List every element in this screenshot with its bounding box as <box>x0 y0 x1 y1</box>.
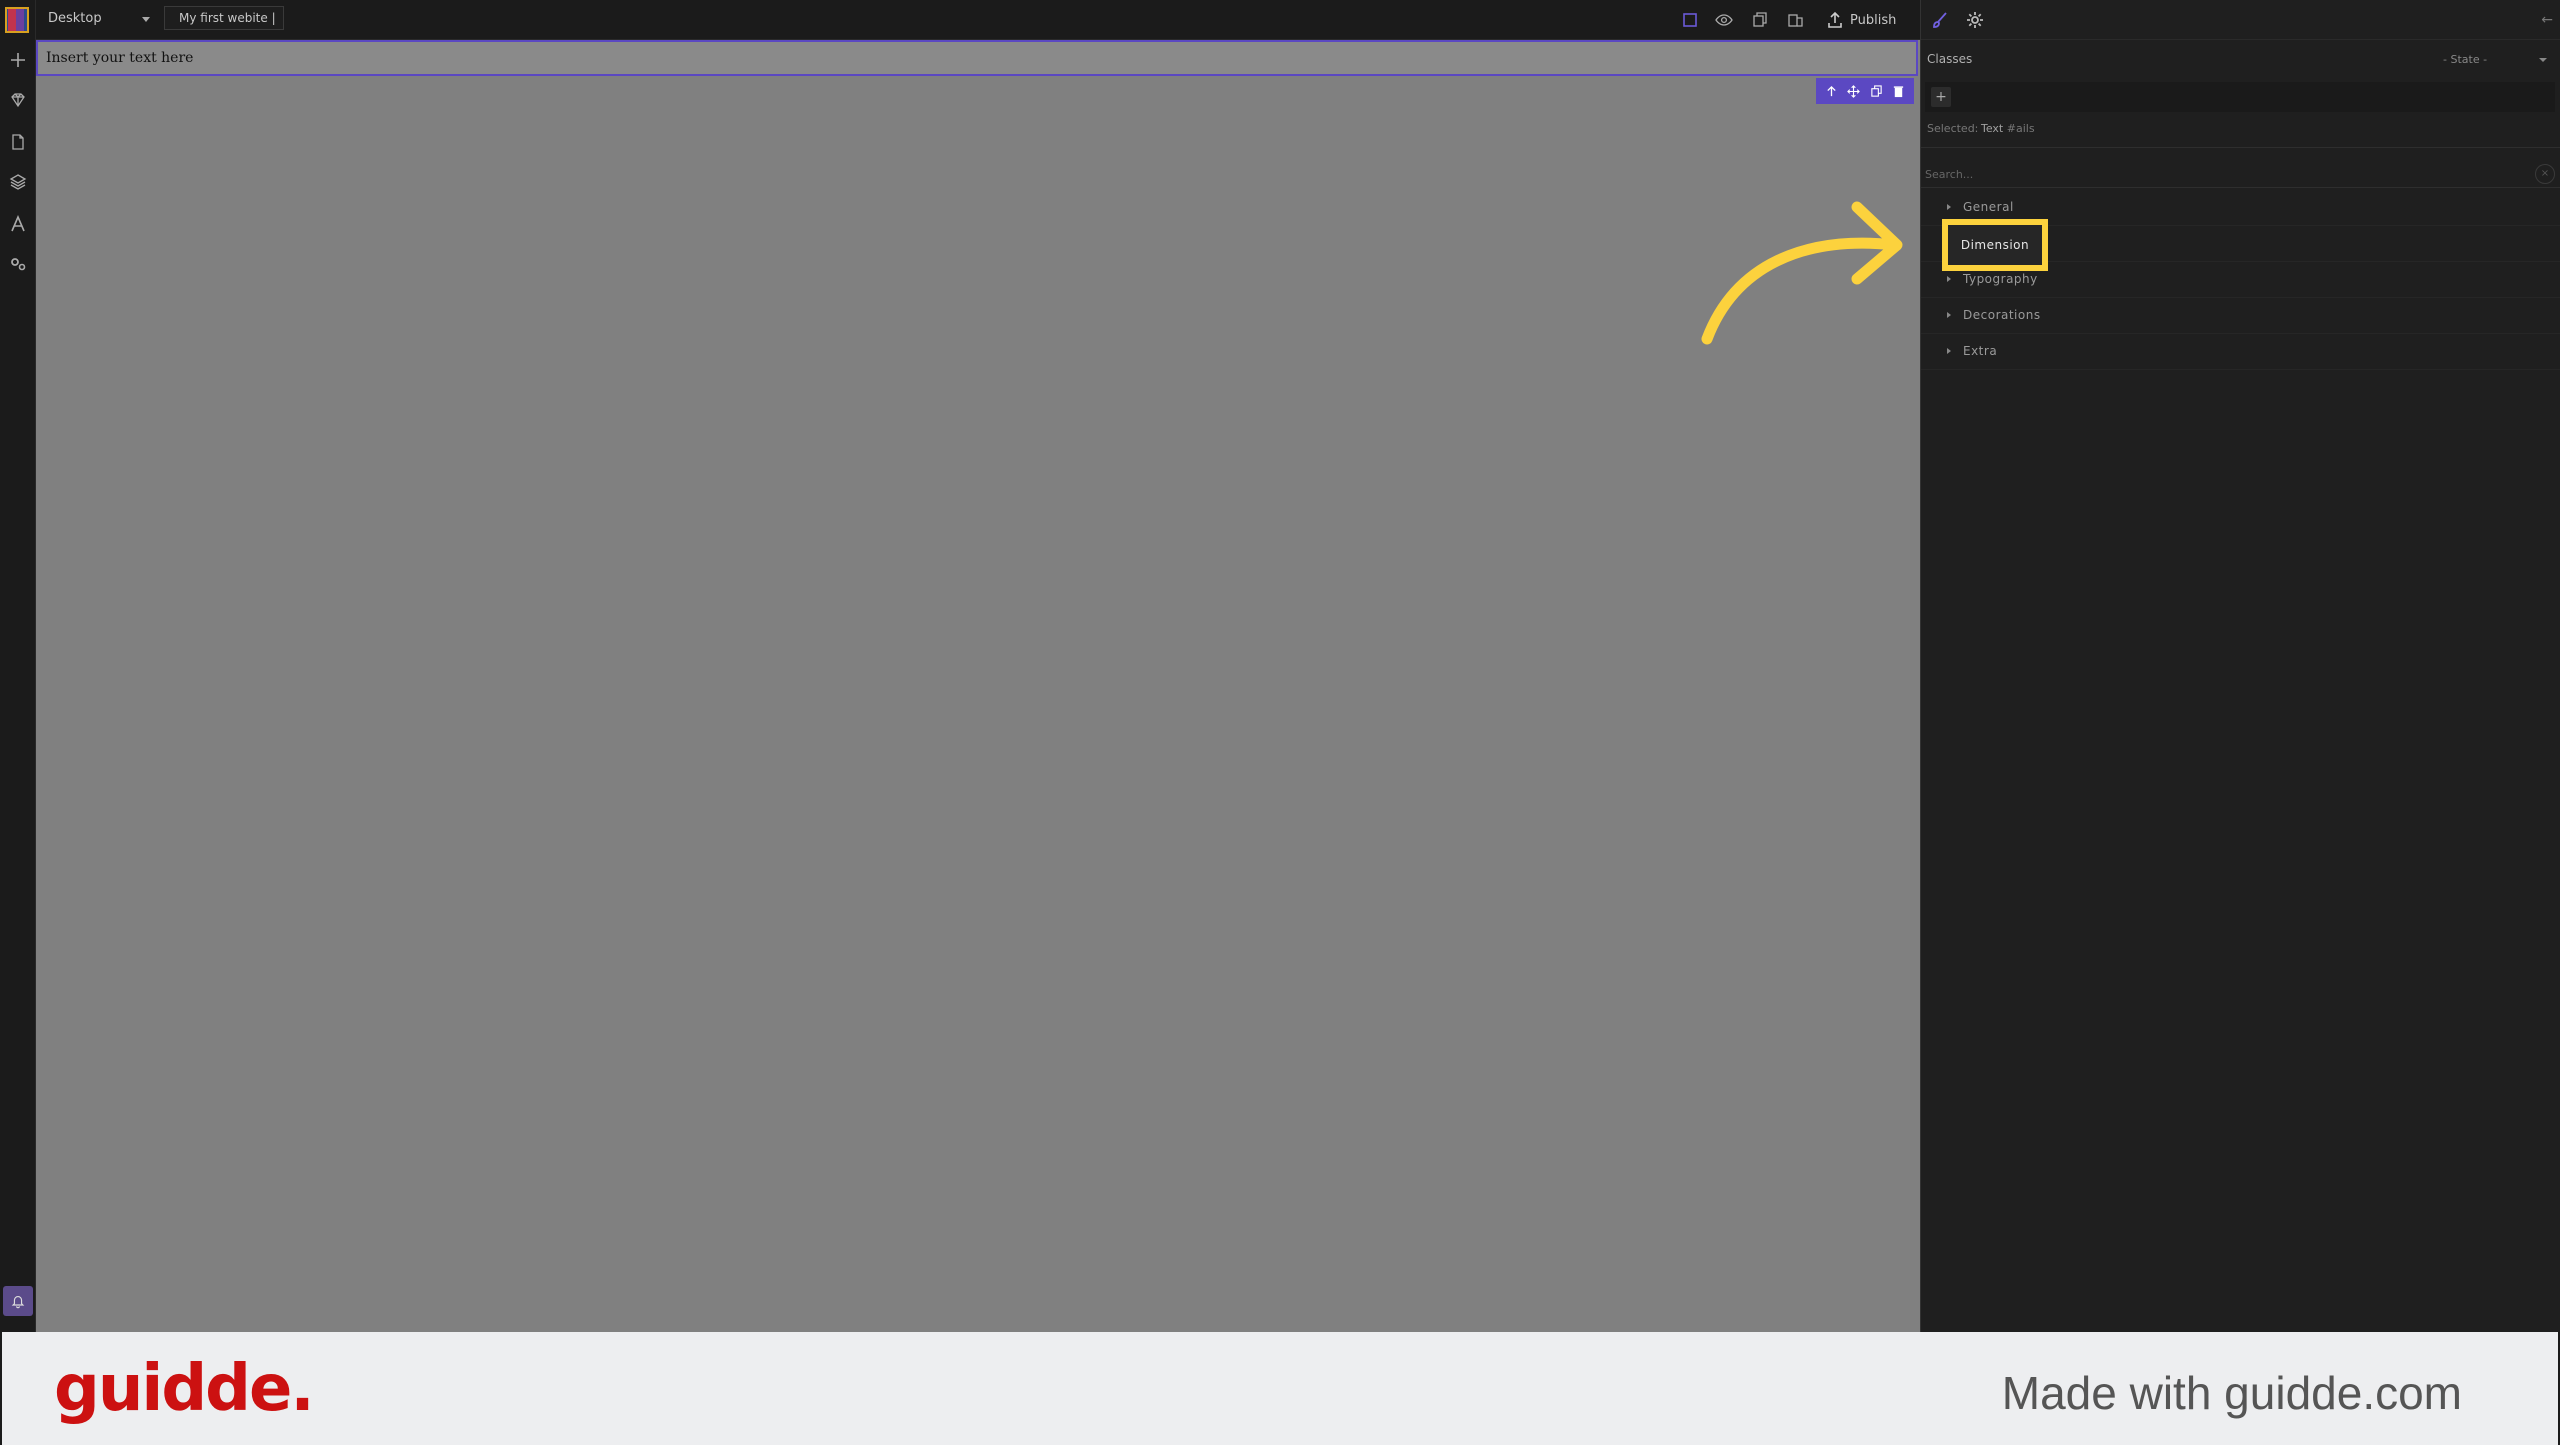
caret-right-icon <box>1947 276 1951 282</box>
selected-value: Text #ails <box>1981 122 2035 135</box>
style-search-input[interactable] <box>1925 164 2515 184</box>
collapse-panel-arrow-icon[interactable]: ← <box>2541 12 2553 28</box>
state-select[interactable]: - State - <box>2439 50 2549 70</box>
sector-general-label: General <box>1963 200 2014 214</box>
classes-label: Classes <box>1927 52 1973 66</box>
sector-decorations-label: Decorations <box>1963 308 2041 322</box>
made-with-text: Made with guidde.com <box>2001 1367 2462 1419</box>
sector-dimension-label: Dimension <box>1960 238 2030 252</box>
notifications-bell-icon[interactable] <box>3 1286 33 1316</box>
delete-trash-icon[interactable] <box>1891 83 1907 99</box>
sector-extra[interactable]: Extra <box>1921 334 2560 370</box>
caret-right-icon <box>1947 348 1951 354</box>
text-block-content[interactable]: Insert your text here <box>46 50 193 66</box>
sector-typography-label: Typography <box>1963 272 2038 286</box>
guidde-footer: guidde. Made with guidde.com <box>2 1332 2558 1445</box>
guidde-logo: guidde. <box>54 1352 315 1426</box>
left-sidebar <box>0 0 36 1332</box>
chevron-down-icon <box>142 17 150 22</box>
preview-button[interactable] <box>1710 6 1738 34</box>
state-select-value: - State - <box>2443 53 2488 66</box>
style-manager-panel: ← Classes - State - + Selected: Text #ai… <box>1920 0 2560 1332</box>
dimension-highlight[interactable]: Dimension <box>1942 219 2048 271</box>
app-logo-icon <box>4 4 32 36</box>
gear-icon <box>1967 12 1983 28</box>
trait-settings-tab[interactable] <box>1961 6 1989 34</box>
add-block-icon[interactable] <box>0 42 36 78</box>
export-code-button[interactable] <box>1782 6 1810 34</box>
typography-font-icon[interactable] <box>0 206 36 242</box>
selected-text-block[interactable]: Insert your text here <box>36 40 1918 76</box>
editor-canvas[interactable]: Insert your text here <box>36 40 1920 1332</box>
component-toolbar <box>1816 78 1914 104</box>
top-toolbar: Desktop My first webite | Publish <box>36 0 1920 40</box>
code-files-icon <box>1788 14 1803 27</box>
select-parent-arrow-up-icon[interactable] <box>1823 83 1839 99</box>
add-class-button[interactable]: + <box>1931 87 1951 107</box>
fullscreen-button[interactable] <box>1746 6 1774 34</box>
pages-file-icon[interactable] <box>0 124 36 160</box>
search-clear-icon[interactable]: × <box>2535 164 2555 184</box>
move-arrows-icon[interactable] <box>1846 83 1862 99</box>
upload-icon <box>1828 11 1842 28</box>
copy-icon <box>1753 12 1767 27</box>
device-select[interactable]: Desktop <box>42 8 154 30</box>
layers-icon[interactable] <box>0 164 36 200</box>
selected-component-name: Text <box>1981 122 2004 135</box>
class-tags-row: + <box>1925 82 2555 112</box>
annotation-arrow-icon <box>1701 201 1903 345</box>
style-manager-tab[interactable] <box>1925 6 1953 34</box>
sw-visibility-button[interactable] <box>1676 6 1704 34</box>
selected-component-row: Selected: Text #ails <box>1921 114 2560 148</box>
clone-copy-icon[interactable] <box>1868 83 1884 99</box>
publish-label: Publish <box>1850 12 1897 28</box>
classes-header: Classes - State - <box>1921 44 2560 74</box>
device-select-value: Desktop <box>48 11 102 26</box>
selected-label: Selected: <box>1927 122 1979 135</box>
editor-app: Desktop My first webite | Publish Insert… <box>0 0 2560 1445</box>
caret-right-icon <box>1947 312 1951 318</box>
caret-right-icon <box>1947 204 1951 210</box>
square-outline-icon <box>1683 13 1697 27</box>
settings-gears-icon[interactable] <box>0 246 36 282</box>
chevron-down-icon <box>2539 58 2547 62</box>
paint-brush-icon <box>1933 12 1947 28</box>
eye-icon <box>1715 14 1733 26</box>
site-name-field[interactable]: My first webite | <box>164 6 284 30</box>
sector-decorations[interactable]: Decorations <box>1921 298 2560 334</box>
selected-component-id: #ails <box>2006 122 2035 135</box>
sector-extra-label: Extra <box>1963 344 1998 358</box>
assets-gem-icon[interactable] <box>0 82 36 118</box>
publish-button[interactable]: Publish <box>1826 6 1906 34</box>
panel-tabs: ← <box>1921 0 2560 40</box>
style-search-row: × <box>1921 160 2560 188</box>
